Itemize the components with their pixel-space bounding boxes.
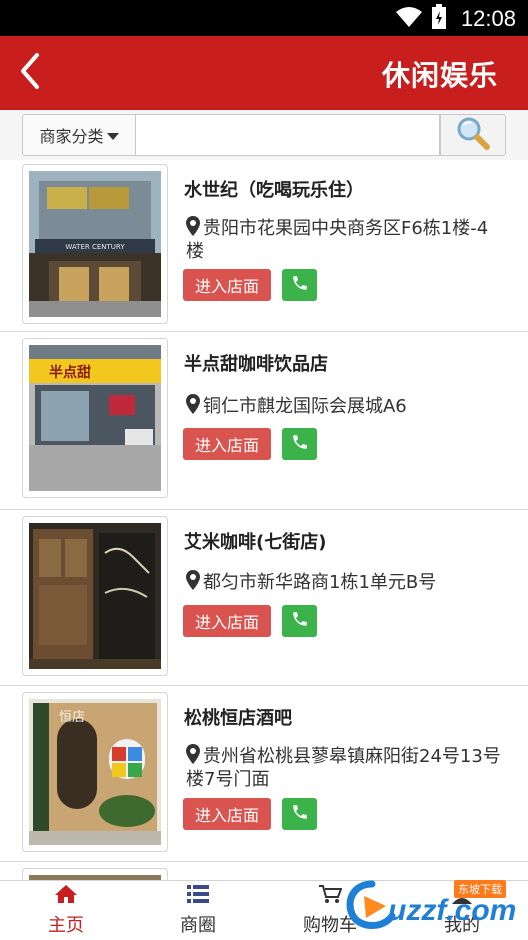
page-title: 休闲娱乐 [381, 59, 498, 92]
phone-icon [291, 433, 309, 455]
shop-name[interactable]: 艾米咖啡(七街店) [184, 528, 326, 554]
phone-icon [291, 274, 309, 296]
enter-store-button[interactable]: 进入店面 [183, 428, 271, 460]
shop-address: 贵州省松桃县蓼皋镇麻阳街24号13号楼7号门面 [186, 744, 506, 790]
wifi-icon [395, 5, 423, 33]
watermark-text: uzzf.com [388, 894, 517, 927]
call-button[interactable] [282, 428, 317, 460]
location-pin-icon [186, 394, 200, 419]
nav-home-label: 主页 [48, 915, 84, 936]
battery-icon [431, 4, 447, 34]
shop-list: WATER CENTURY 水世纪（吃喝玩乐住） 贵阳市花果园中央商务区F6栋1… [0, 160, 528, 880]
home-icon [54, 884, 78, 909]
shop-card[interactable]: 恒店 松桃恒店酒吧 贵州省松桃县蓼皋镇麻阳街24号13号楼7号门面 进入店面 [0, 686, 528, 862]
status-icons: 12:08 [395, 4, 516, 34]
category-label: 商家分类 [39, 127, 104, 146]
shop-thumbnail[interactable]: WATER CENTURY [22, 164, 168, 324]
shop-thumbnail[interactable] [22, 868, 168, 880]
shop-address-text: 贵州省松桃县蓼皋镇麻阳街24号13号楼7号门面 [186, 746, 501, 790]
nav-shopping-district[interactable]: 商圈 [132, 881, 264, 940]
phone-icon [291, 610, 309, 632]
shop-address-text: 铜仁市麒龙国际会展城A6 [203, 396, 407, 417]
photo-sign-text: 半点甜 [49, 364, 91, 381]
shop-thumbnail[interactable]: 恒店 [22, 692, 168, 852]
caret-down-icon [106, 132, 119, 140]
enter-store-button[interactable]: 进入店面 [183, 798, 271, 830]
back-button[interactable] [10, 50, 50, 96]
search-button[interactable] [440, 114, 506, 156]
shop-photo: 恒店 [29, 699, 161, 845]
location-pin-icon [186, 216, 200, 241]
shop-address: 铜仁市麒龙国际会展城A6 [186, 394, 506, 419]
shop-photo: 半点甜 [29, 345, 161, 491]
location-pin-icon [186, 570, 200, 595]
magnifier-icon [455, 116, 491, 154]
shop-card[interactable]: 半点甜 半点甜咖啡饮品店 铜仁市麒龙国际会展城A6 进入店面 [0, 332, 528, 510]
phone-icon [291, 803, 309, 825]
shop-thumbnail[interactable] [22, 516, 168, 676]
shop-photo [29, 523, 161, 669]
shop-card[interactable]: 艾米咖啡(七街店) 都匀市新华路商1栋1单元B号 进入店面 [0, 510, 528, 686]
photo-sign-text: WATER CENTURY [65, 243, 125, 251]
search-input[interactable] [136, 114, 440, 156]
cart-icon [318, 884, 343, 909]
watermark-logo: 东坡下载 uzzf.com [342, 876, 522, 936]
back-arrow-icon [19, 52, 41, 94]
shop-address: 都匀市新华路商1栋1单元B号 [186, 570, 506, 595]
shop-photo: WATER CENTURY [29, 171, 161, 317]
photo-sign-text: 恒店 [59, 710, 85, 725]
list-icon [187, 884, 209, 909]
shop-address-text: 贵阳市花果园中央商务区F6栋1楼-4楼 [186, 218, 489, 262]
app-bar: 休闲娱乐 [0, 36, 528, 110]
status-time: 12:08 [460, 6, 516, 31]
shop-name[interactable]: 半点甜咖啡饮品店 [184, 350, 328, 376]
search-row: 商家分类 [0, 110, 528, 160]
status-bar: 12:08 [0, 0, 528, 36]
shop-address-text: 都匀市新华路商1栋1单元B号 [203, 572, 437, 593]
call-button[interactable] [282, 605, 317, 637]
shop-address: 贵阳市花果园中央商务区F6栋1楼-4楼 [186, 216, 506, 262]
call-button[interactable] [282, 269, 317, 301]
nav-home[interactable]: 主页 [0, 881, 132, 940]
enter-store-button[interactable]: 进入店面 [183, 269, 271, 301]
category-dropdown[interactable]: 商家分类 [22, 114, 136, 156]
location-pin-icon [186, 744, 200, 769]
call-button[interactable] [282, 798, 317, 830]
shop-name[interactable]: 松桃恒店酒吧 [184, 704, 292, 730]
enter-store-button[interactable]: 进入店面 [183, 605, 271, 637]
shop-card[interactable]: WATER CENTURY 水世纪（吃喝玩乐住） 贵阳市花果园中央商务区F6栋1… [0, 160, 528, 332]
shop-thumbnail[interactable]: 半点甜 [22, 338, 168, 498]
nav-shopping-district-label: 商圈 [180, 915, 216, 936]
shop-name[interactable]: 水世纪（吃喝玩乐住） [184, 176, 364, 202]
